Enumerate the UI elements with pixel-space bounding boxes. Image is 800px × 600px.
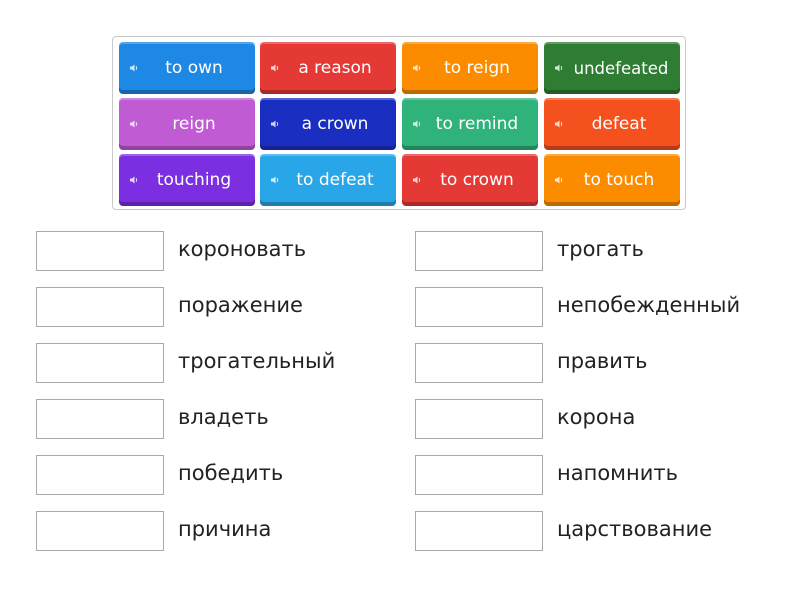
target-label: поражение bbox=[178, 293, 303, 317]
speaker-icon[interactable] bbox=[412, 119, 422, 129]
speaker-icon[interactable] bbox=[412, 63, 422, 73]
drop-box[interactable] bbox=[415, 399, 543, 439]
target-label: короновать bbox=[178, 237, 307, 261]
target-label: трогать bbox=[557, 237, 644, 261]
speaker-icon[interactable] bbox=[270, 63, 280, 73]
tile-label: to reign bbox=[444, 58, 510, 78]
drop-box[interactable] bbox=[36, 399, 164, 439]
tile-label: to defeat bbox=[296, 170, 374, 190]
tile-undefeated[interactable]: undefeated bbox=[544, 42, 680, 94]
tile-to-crown[interactable]: to crown bbox=[402, 154, 538, 206]
drop-box[interactable] bbox=[415, 343, 543, 383]
tile-to-defeat[interactable]: to defeat bbox=[260, 154, 396, 206]
tile-label: reign bbox=[172, 114, 216, 134]
speaker-icon[interactable] bbox=[270, 175, 280, 185]
target-label: править bbox=[557, 349, 648, 373]
tile-to-remind[interactable]: to remind bbox=[402, 98, 538, 150]
speaker-icon[interactable] bbox=[554, 63, 564, 73]
tile-to-touch[interactable]: to touch bbox=[544, 154, 680, 206]
tile-label: defeat bbox=[591, 114, 647, 134]
target-label: царствование bbox=[557, 517, 713, 541]
tile-label: to crown bbox=[440, 170, 514, 190]
tile-a-crown[interactable]: a crown bbox=[260, 98, 396, 150]
tile-label: a crown bbox=[301, 114, 369, 134]
tile-label: undefeated bbox=[573, 58, 669, 78]
tile-panel: to own a reason to reign undefeated reig… bbox=[112, 36, 686, 210]
target-label: причина bbox=[178, 517, 272, 541]
speaker-icon[interactable] bbox=[554, 175, 564, 185]
target-label: напомнить bbox=[557, 461, 679, 485]
target-label: владеть bbox=[178, 405, 269, 429]
tile-reign[interactable]: reign bbox=[119, 98, 255, 150]
tile-to-reign[interactable]: to reign bbox=[402, 42, 538, 94]
tile-a-reason[interactable]: a reason bbox=[260, 42, 396, 94]
target-label: корона bbox=[557, 405, 636, 429]
drop-box[interactable] bbox=[36, 287, 164, 327]
tile-label: to remind bbox=[435, 114, 519, 134]
drop-box[interactable] bbox=[36, 511, 164, 551]
tile-touching[interactable]: touching bbox=[119, 154, 255, 206]
target-label: непобежденный bbox=[557, 293, 741, 317]
drop-box[interactable] bbox=[415, 231, 543, 271]
tile-defeat[interactable]: defeat bbox=[544, 98, 680, 150]
tile-label: a reason bbox=[298, 58, 372, 78]
target-label: трогательный bbox=[178, 349, 336, 373]
drop-box[interactable] bbox=[415, 455, 543, 495]
speaker-icon[interactable] bbox=[412, 175, 422, 185]
tile-to-own[interactable]: to own bbox=[119, 42, 255, 94]
drop-box[interactable] bbox=[36, 231, 164, 271]
drop-box[interactable] bbox=[36, 343, 164, 383]
drop-box[interactable] bbox=[415, 287, 543, 327]
drop-box[interactable] bbox=[36, 455, 164, 495]
speaker-icon[interactable] bbox=[554, 119, 564, 129]
speaker-icon[interactable] bbox=[129, 63, 139, 73]
tile-label: touching bbox=[156, 170, 232, 190]
tile-label: to touch bbox=[583, 170, 655, 190]
drop-box[interactable] bbox=[415, 511, 543, 551]
speaker-icon[interactable] bbox=[129, 175, 139, 185]
target-label: победить bbox=[178, 461, 284, 485]
tile-label: to own bbox=[165, 58, 223, 78]
speaker-icon[interactable] bbox=[129, 119, 139, 129]
speaker-icon[interactable] bbox=[270, 119, 280, 129]
